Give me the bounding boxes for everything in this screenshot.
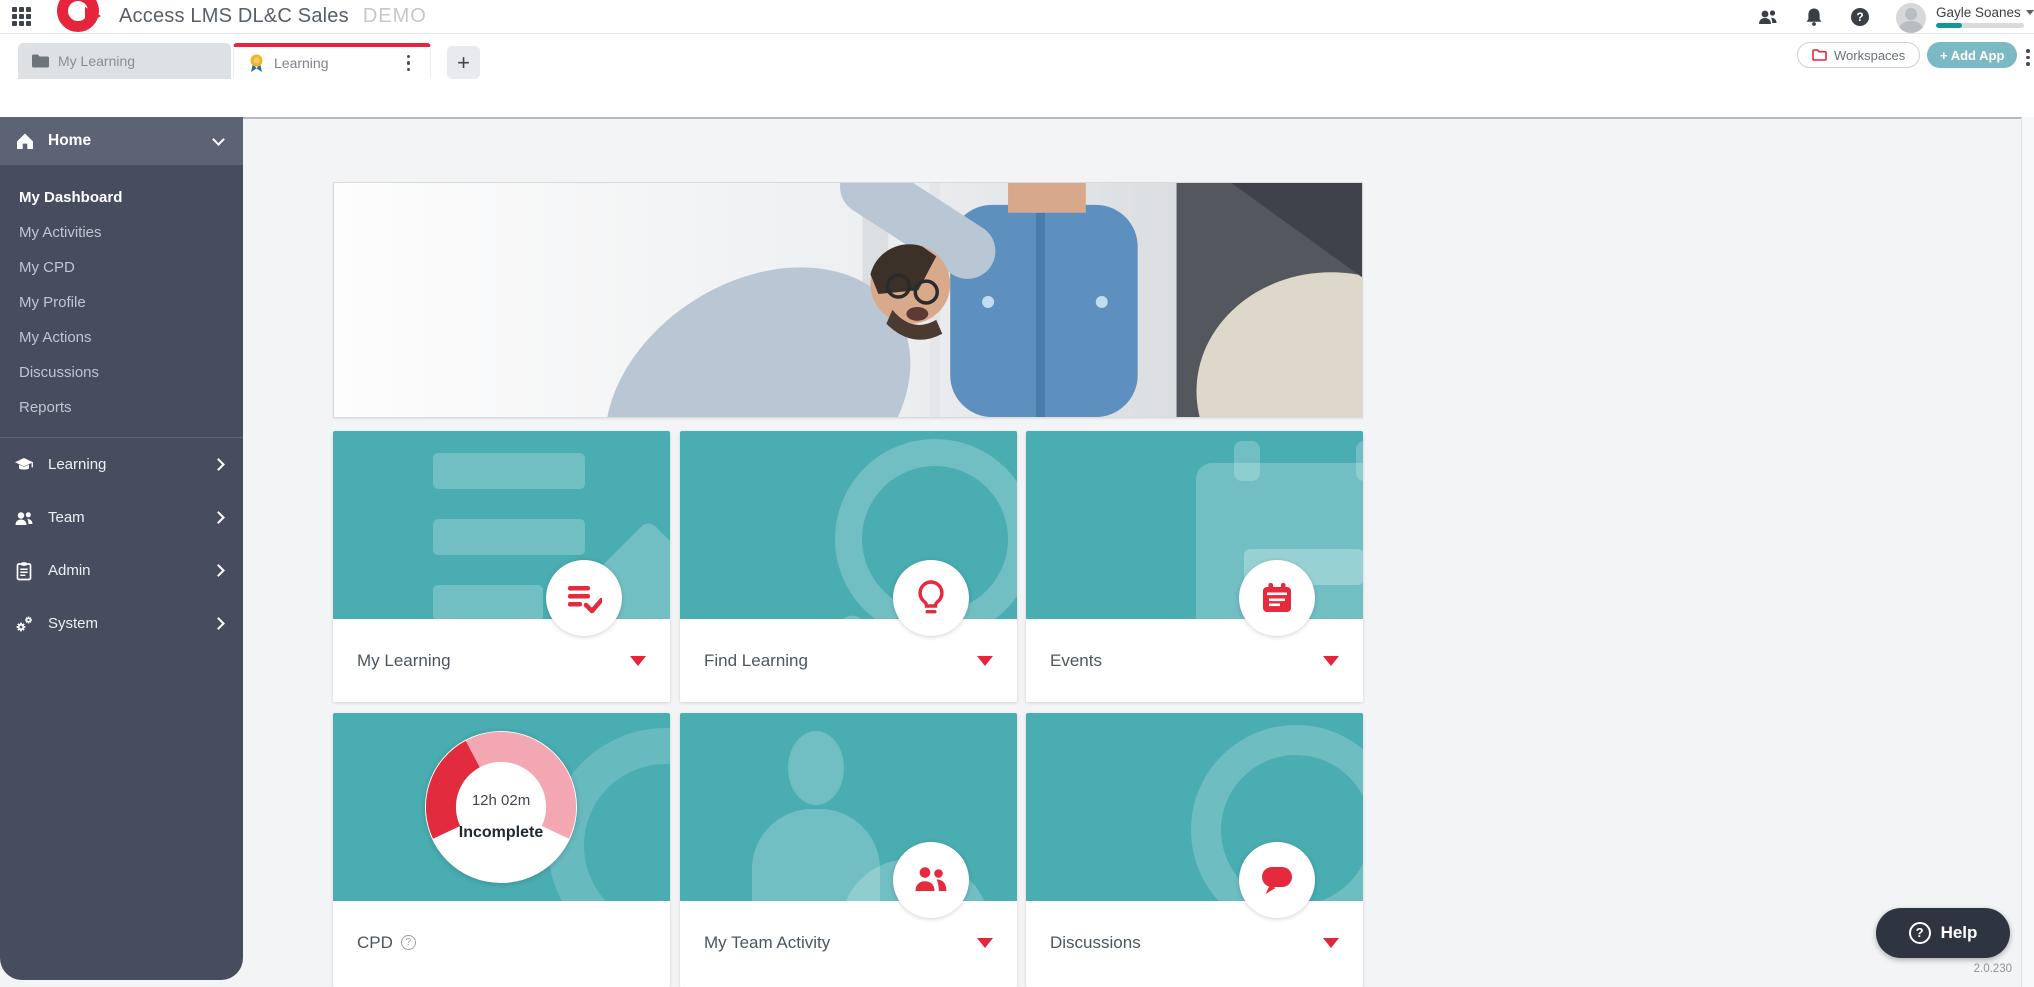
calendar-icon[interactable] bbox=[1239, 560, 1315, 636]
medal-icon bbox=[248, 54, 265, 73]
sidebar-section-label: Home bbox=[48, 132, 91, 150]
cpd-gauge-value: 12h 02m bbox=[472, 792, 530, 809]
sidebar-section-team[interactable]: Team bbox=[0, 491, 243, 544]
right-edge-panel bbox=[2021, 117, 2034, 987]
app-launcher-icon[interactable] bbox=[12, 7, 31, 26]
tab-label: My Learning bbox=[58, 53, 135, 69]
tile-art bbox=[680, 431, 1017, 619]
tile-title: My Learning bbox=[357, 651, 451, 671]
profile-progress-bar bbox=[1936, 23, 2024, 28]
access-logo-icon bbox=[57, 0, 99, 32]
sidebar-section-learning[interactable]: Learning bbox=[0, 438, 243, 491]
notifications-bell-icon[interactable] bbox=[1804, 7, 1824, 27]
tile-my-learning[interactable]: My Learning bbox=[333, 431, 670, 702]
sidebar-section-label: Learning bbox=[48, 456, 106, 473]
home-icon bbox=[15, 131, 35, 151]
chat-bubble-icon[interactable] bbox=[1239, 842, 1315, 918]
tile-menu-caret-icon[interactable] bbox=[1323, 938, 1339, 948]
sidebar-item-my-activities[interactable]: My Activities bbox=[0, 215, 243, 250]
chevron-right-icon bbox=[212, 458, 225, 471]
tile-art bbox=[333, 431, 670, 619]
tab-options-kebab-icon[interactable] bbox=[401, 51, 417, 76]
question-mark-icon: ? bbox=[1909, 922, 1931, 944]
sidebar-section-home[interactable]: Home bbox=[0, 117, 243, 165]
sidebar-item-my-dashboard[interactable]: My Dashboard bbox=[0, 180, 243, 215]
chevron-right-icon bbox=[212, 564, 225, 577]
sidebar-section-label: Team bbox=[48, 509, 85, 526]
sidebar-item-my-actions[interactable]: My Actions bbox=[0, 320, 243, 355]
team-icon bbox=[14, 508, 34, 528]
team-icon[interactable] bbox=[893, 842, 969, 918]
tile-my-team-activity[interactable]: My Team Activity bbox=[680, 713, 1017, 987]
tile-art bbox=[680, 713, 1017, 901]
profile-progress-fill bbox=[1936, 23, 1962, 28]
workspaces-button[interactable]: Workspaces bbox=[1797, 42, 1920, 68]
tile-menu-caret-icon[interactable] bbox=[977, 656, 993, 666]
sidebar-section-label: Admin bbox=[48, 562, 91, 579]
chevron-down-icon bbox=[212, 133, 225, 146]
hero-image bbox=[333, 182, 1363, 418]
help-button[interactable]: ? Help bbox=[1876, 908, 2010, 958]
tile-title: My Team Activity bbox=[704, 933, 830, 953]
help-label: Help bbox=[1941, 923, 1978, 943]
playlist-check-icon[interactable] bbox=[546, 560, 622, 636]
sidebar-item-discussions[interactable]: Discussions bbox=[0, 355, 243, 390]
lms-dashboard-page: Access LMS DL&C Sales DEMO ? Gayle Soane… bbox=[0, 0, 2034, 987]
sidebar-section-label: System bbox=[48, 615, 98, 632]
cpd-help-icon[interactable]: ? bbox=[401, 935, 416, 950]
workspaces-label: Workspaces bbox=[1834, 48, 1905, 63]
tile-title: CPD bbox=[357, 933, 393, 953]
user-menu[interactable]: Gayle Soanes bbox=[1936, 5, 2032, 28]
sidebar-item-my-profile[interactable]: My Profile bbox=[0, 285, 243, 320]
tab-learning[interactable]: Learning bbox=[233, 43, 431, 79]
tile-find-learning[interactable]: Find Learning bbox=[680, 431, 1017, 702]
tile-title: Events bbox=[1050, 651, 1102, 671]
user-name: Gayle Soanes bbox=[1936, 5, 2021, 20]
sidebar-section-system[interactable]: System bbox=[0, 597, 243, 650]
tile-discussions[interactable]: Discussions bbox=[1026, 713, 1363, 987]
app-title: Access LMS DL&C Sales bbox=[119, 5, 349, 28]
home-submenu: My Dashboard My Activities My CPD My Pro… bbox=[0, 165, 243, 438]
people-icon[interactable] bbox=[1758, 7, 1778, 27]
hero-photo-illustration bbox=[334, 183, 1362, 417]
svg-text:?: ? bbox=[1856, 10, 1863, 24]
tile-title: Find Learning bbox=[704, 651, 808, 671]
cpd-gauge: 12h 02m Incomplete bbox=[425, 731, 577, 883]
folder-icon bbox=[32, 54, 49, 68]
add-app-label: + Add App bbox=[1940, 48, 2004, 63]
tile-menu-caret-icon[interactable] bbox=[977, 938, 993, 948]
tile-title: Discussions bbox=[1050, 933, 1141, 953]
sidebar-nav: Home My Dashboard My Activities My CPD M… bbox=[0, 117, 243, 980]
add-app-button[interactable]: + Add App bbox=[1927, 42, 2017, 68]
chevron-right-icon bbox=[212, 511, 225, 524]
tab-label: Learning bbox=[274, 55, 329, 71]
sidebar-item-my-cpd[interactable]: My CPD bbox=[0, 250, 243, 285]
tile-events[interactable]: Events bbox=[1026, 431, 1363, 702]
tile-cpd[interactable]: 12h 02m Incomplete CPD ? bbox=[333, 713, 670, 987]
clipboard-icon bbox=[14, 561, 34, 581]
version-label: 2.0.230 bbox=[1908, 963, 2012, 975]
workspaces-folder-icon bbox=[1812, 49, 1827, 61]
environment-label: DEMO bbox=[363, 5, 427, 28]
lightbulb-icon[interactable] bbox=[893, 560, 969, 636]
cpd-gauge-status: Incomplete bbox=[459, 824, 544, 841]
tile-menu-caret-icon[interactable] bbox=[630, 656, 646, 666]
sidebar-section-admin[interactable]: Admin bbox=[0, 544, 243, 597]
user-avatar[interactable] bbox=[1896, 3, 1926, 33]
gears-icon bbox=[14, 614, 34, 634]
tile-art: 12h 02m Incomplete bbox=[333, 713, 670, 901]
chevron-right-icon bbox=[212, 617, 225, 630]
tile-art bbox=[1026, 431, 1363, 619]
top-header: Access LMS DL&C Sales DEMO ? Gayle Soane… bbox=[0, 0, 2034, 34]
panel-options-kebab-icon[interactable] bbox=[2023, 46, 2033, 69]
add-tab-button[interactable]: + bbox=[447, 46, 480, 79]
tile-menu-caret-icon[interactable] bbox=[1323, 656, 1339, 666]
help-icon[interactable]: ? bbox=[1850, 7, 1870, 27]
graduation-cap-icon bbox=[14, 455, 34, 475]
tab-bar: My Learning Learning + Workspaces + Add … bbox=[0, 34, 2034, 117]
tile-art bbox=[1026, 713, 1363, 901]
sidebar-item-reports[interactable]: Reports bbox=[0, 390, 243, 425]
chevron-down-icon bbox=[2026, 10, 2034, 15]
tab-my-learning[interactable]: My Learning bbox=[18, 43, 231, 79]
